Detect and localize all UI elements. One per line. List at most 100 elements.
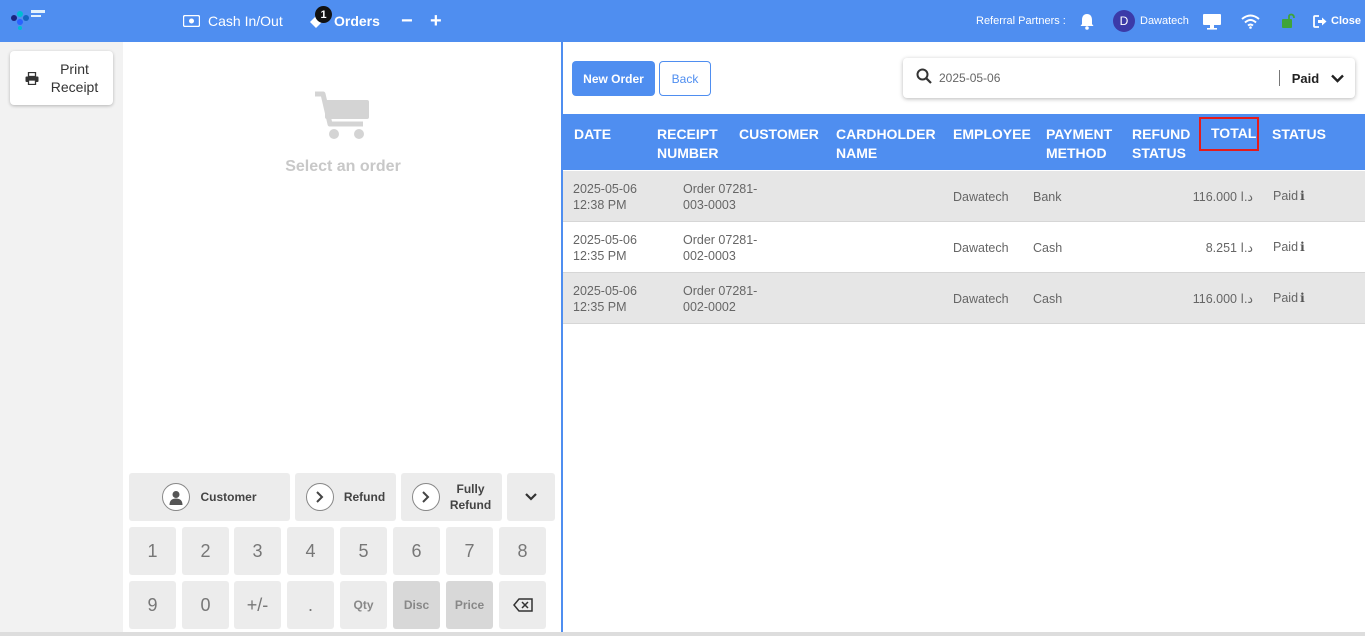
col-receipt-line-2: NUMBER bbox=[657, 145, 719, 161]
bottom-scroll-edge bbox=[0, 632, 1365, 636]
col-employee[interactable]: EMPLOYEE bbox=[953, 125, 1031, 144]
key-1[interactable]: 1 bbox=[129, 527, 176, 575]
row-receipt-line-2: 002-0002 bbox=[683, 300, 736, 314]
fully-refund-button[interactable]: Fully Refund bbox=[401, 473, 502, 521]
info-icon[interactable]: ℹ bbox=[1300, 239, 1305, 255]
chevron-down-icon bbox=[525, 493, 537, 501]
add-order-button[interactable]: + bbox=[430, 0, 442, 42]
avatar: D bbox=[1113, 10, 1135, 32]
cell-payment: Bank bbox=[1033, 190, 1062, 204]
col-cardholder-line-2: NAME bbox=[836, 145, 878, 161]
unlock-icon bbox=[1282, 13, 1295, 28]
cell-total: 116.000 د.ا bbox=[1192, 292, 1253, 306]
col-date[interactable]: DATE bbox=[574, 125, 611, 144]
top-bar: Cash In/Out Orders 1 − + Referral Partne… bbox=[0, 0, 1365, 42]
key-6[interactable]: 6 bbox=[393, 527, 440, 575]
search-separator bbox=[1279, 70, 1280, 86]
key-9[interactable]: 9 bbox=[129, 581, 176, 629]
key-plus-minus[interactable]: +/- bbox=[234, 581, 281, 629]
row-time: 12:38 PM bbox=[573, 198, 627, 212]
refund-button[interactable]: Refund bbox=[295, 473, 396, 521]
key-disc[interactable]: Disc bbox=[393, 581, 440, 629]
fully-refund-line-1: Fully bbox=[456, 482, 485, 496]
col-refund-line-1: REFUND bbox=[1132, 126, 1191, 142]
col-payment-line-1: PAYMENT bbox=[1046, 126, 1113, 142]
remove-order-button[interactable]: − bbox=[401, 0, 413, 42]
print-receipt-label: Print Receipt bbox=[51, 60, 98, 96]
col-receipt-line-1: RECEIPT bbox=[657, 126, 718, 142]
key-backspace[interactable] bbox=[499, 581, 546, 629]
row-receipt-line-2: 003-0003 bbox=[683, 198, 736, 212]
col-refund-status[interactable]: REFUND STATUS bbox=[1132, 125, 1190, 163]
printer-icon bbox=[25, 71, 39, 85]
cell-date: 2025-05-06 12:38 PM bbox=[573, 181, 637, 213]
cell-date: 2025-05-06 12:35 PM bbox=[573, 232, 637, 264]
close-button[interactable]: Close bbox=[1313, 0, 1361, 42]
cash-icon bbox=[183, 15, 200, 27]
customer-button[interactable]: Customer bbox=[129, 473, 290, 521]
chevron-right-icon bbox=[305, 483, 334, 511]
cell-status: Paid bbox=[1273, 291, 1299, 305]
col-cardholder-name[interactable]: CARDHOLDER NAME bbox=[836, 125, 936, 163]
backspace-icon bbox=[512, 598, 533, 612]
info-icon[interactable]: ℹ bbox=[1300, 290, 1305, 306]
bell-icon bbox=[1080, 13, 1094, 30]
new-order-button[interactable]: New Order bbox=[572, 61, 655, 96]
monitor-icon bbox=[1203, 13, 1221, 30]
total-column-highlight bbox=[1199, 117, 1259, 151]
search-input[interactable] bbox=[939, 68, 1239, 88]
col-payment-method[interactable]: PAYMENT METHOD bbox=[1046, 125, 1112, 163]
more-actions-button[interactable] bbox=[507, 473, 555, 521]
key-5[interactable]: 5 bbox=[340, 527, 387, 575]
user-name: Dawatech bbox=[1140, 15, 1189, 27]
info-icon[interactable]: ℹ bbox=[1300, 188, 1305, 204]
key-4[interactable]: 4 bbox=[287, 527, 334, 575]
back-button[interactable]: Back bbox=[659, 61, 711, 96]
col-status[interactable]: STATUS bbox=[1272, 125, 1326, 144]
close-label: Close bbox=[1331, 15, 1361, 27]
col-customer[interactable]: CUSTOMER bbox=[739, 125, 819, 144]
key-qty[interactable]: Qty bbox=[340, 581, 387, 629]
display-button[interactable] bbox=[1202, 0, 1222, 42]
app-logo bbox=[11, 10, 45, 30]
sign-out-icon bbox=[1313, 14, 1327, 28]
cell-employee: Dawatech bbox=[953, 292, 1009, 306]
fully-refund-label: Fully Refund bbox=[450, 481, 491, 513]
status-filter-dropdown[interactable]: Paid bbox=[1281, 58, 1355, 98]
cell-payment: Cash bbox=[1033, 241, 1063, 255]
empty-state-text: Select an order bbox=[285, 158, 401, 175]
order-search-bar: Paid bbox=[903, 58, 1355, 98]
lock-status[interactable] bbox=[1280, 0, 1296, 42]
key-price[interactable]: Price bbox=[446, 581, 493, 629]
table-row[interactable]: 2025-05-06 12:35 PM Order 07281- 002-000… bbox=[563, 222, 1365, 273]
wifi-icon bbox=[1241, 14, 1260, 29]
col-receipt-number[interactable]: RECEIPT NUMBER bbox=[657, 125, 718, 163]
row-receipt-line-2: 002-0003 bbox=[683, 249, 736, 263]
key-0[interactable]: 0 bbox=[182, 581, 229, 629]
key-8[interactable]: 8 bbox=[499, 527, 546, 575]
cell-total: 116.000 د.ا bbox=[1192, 190, 1253, 204]
table-row[interactable]: 2025-05-06 12:38 PM Order 07281- 003-000… bbox=[563, 171, 1365, 222]
cell-receipt: Order 07281- 002-0003 bbox=[683, 232, 757, 264]
row-date: 2025-05-06 bbox=[573, 284, 637, 298]
orders-count-badge: 1 bbox=[315, 6, 332, 23]
table-row[interactable]: 2025-05-06 12:35 PM Order 07281- 002-000… bbox=[563, 273, 1365, 324]
key-3[interactable]: 3 bbox=[234, 527, 281, 575]
chevron-down-icon bbox=[1331, 74, 1345, 83]
cart-icon bbox=[315, 91, 369, 139]
key-7[interactable]: 7 bbox=[446, 527, 493, 575]
user-menu[interactable]: D Dawatech bbox=[1113, 0, 1189, 42]
col-refund-line-2: STATUS bbox=[1132, 145, 1186, 161]
status-filter-value: Paid bbox=[1291, 70, 1320, 86]
key-decimal[interactable]: . bbox=[287, 581, 334, 629]
cash-in-out-button[interactable]: Cash In/Out bbox=[183, 0, 283, 42]
row-receipt-line-1: Order 07281- bbox=[683, 182, 758, 196]
cell-employee: Dawatech bbox=[953, 241, 1009, 255]
notifications-button[interactable] bbox=[1079, 0, 1095, 42]
wifi-status[interactable] bbox=[1241, 0, 1260, 42]
print-receipt-button[interactable]: Print Receipt bbox=[10, 51, 113, 105]
refund-label: Refund bbox=[343, 490, 386, 504]
cell-total: 8.251 د.ا bbox=[1205, 241, 1253, 255]
key-2[interactable]: 2 bbox=[182, 527, 229, 575]
cell-status: Paid bbox=[1273, 240, 1299, 254]
